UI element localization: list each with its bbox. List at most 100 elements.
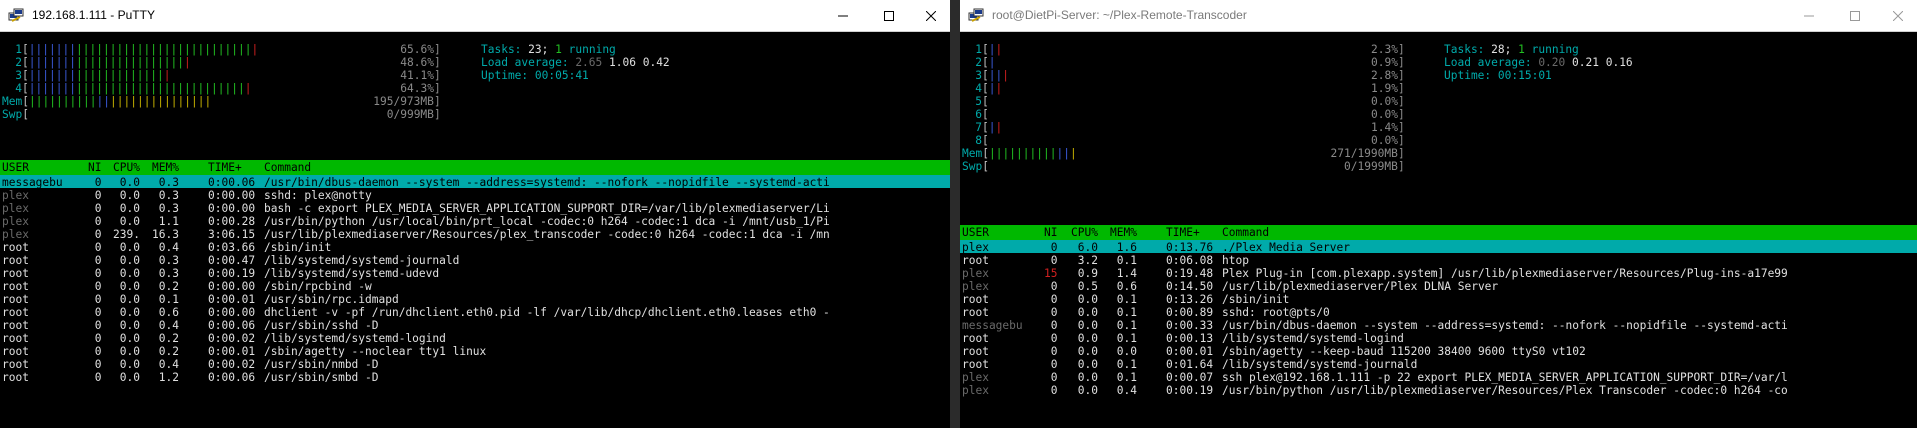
header-col-ni[interactable]: NI: [88, 160, 101, 176]
process-row[interactable]: root 0 0.0 0.4 0:03.66/sbin/init: [0, 240, 950, 254]
window-separator: [950, 0, 960, 428]
process-ni: 0: [94, 371, 102, 384]
meter-tick: |: [1002, 69, 1009, 82]
header-col-command[interactable]: Command: [1222, 225, 1269, 241]
header-col-ni[interactable]: NI: [1044, 225, 1057, 241]
uptime-label: Uptime:: [1444, 69, 1492, 82]
maximize-button[interactable]: [866, 0, 912, 31]
uptime-line: Uptime: 00:05:41: [481, 68, 589, 84]
process-row[interactable]: root 0 3.2 0.1 0:06.08 htop: [960, 253, 1917, 267]
header-col-command[interactable]: Command: [264, 160, 311, 176]
process-row[interactable]: root 0 0.0 0.6 0:00.00 dhclient -v -pf /run/d…: [0, 305, 950, 319]
header-col-user[interactable]: USER: [962, 225, 989, 241]
process-row[interactable]: root 0 0.0 0.2 0:00.02/lib/systemd/systemd-l…: [0, 331, 950, 345]
process-mem: 0.4: [1116, 384, 1137, 397]
meter-tick: |: [177, 56, 184, 69]
title-bar[interactable]: root@DietPi-Server: ~/Plex-Remote-Transc…: [960, 0, 1917, 32]
meter-bracket: [: [22, 108, 29, 121]
process-row[interactable]: plex 0 0.0 0.3 0:00.00 bash -c export PLEX_ME…: [0, 201, 950, 215]
header-col-time[interactable]: TIME+: [208, 160, 242, 176]
process-time: 0:00.19: [1166, 384, 1214, 397]
meter-tick: |: [1016, 147, 1023, 160]
process-row[interactable]: root 0 0.0 0.0 0:00.01/sbin/agetty --keep-ba…: [960, 344, 1917, 358]
meter-tick: |: [217, 43, 225, 56]
process-row[interactable]: plex 0 6.0 1.6 0:13.76 ./Plex Media Server: [960, 240, 1917, 254]
process-row[interactable]: root 0 0.0 0.3 0:00.19/lib/systemd/systemd-u…: [0, 266, 950, 280]
window-title: root@DietPi-Server: ~/Plex-Remote-Transc…: [992, 8, 1247, 22]
terminal[interactable]: 1[|| 2.3%] 2[| 0.9%] 3[||| 2.8%] 4[|| 1.9%] 5[0.…: [960, 32, 1917, 428]
process-row[interactable]: plex 15 0.9 1.4 0:19.48 Plex Plug-in [com.ple…: [960, 266, 1917, 280]
minimize-button[interactable]: [1786, 0, 1832, 31]
process-table-header[interactable]: USER NI CPU% MEM% TIME+ Command: [0, 160, 950, 175]
meter-row-swp: Swp[: [962, 159, 989, 175]
header-col-cpu[interactable]: CPU%: [113, 160, 140, 176]
meter-tick: |: [204, 95, 212, 108]
meter-tick: |: [995, 147, 1003, 160]
process-row[interactable]: plex 0 239. 16.3 3:06.15/usr/lib/plexmediase…: [0, 227, 950, 241]
minimize-icon: [838, 15, 848, 16]
close-button[interactable]: [1878, 0, 1917, 31]
uptime-line: Uptime: 00:15:01: [1444, 68, 1552, 84]
meter-tick: |: [244, 43, 252, 56]
process-row[interactable]: root 0 0.0 0.2 0:00.00/sbin/rpcbind -w: [0, 279, 950, 293]
process-row[interactable]: root 0 0.0 0.1 0:00.01/usr/sbin/rpc.idmapd: [0, 292, 950, 306]
meter-tick: |: [89, 95, 97, 108]
process-row[interactable]: root 0 0.0 0.1 0:13.26/sbin/init: [960, 292, 1917, 306]
minimize-button[interactable]: [820, 0, 866, 31]
putty-icon[interactable]: [968, 8, 984, 24]
meter-tick: |: [238, 82, 245, 95]
meter-tick: |: [103, 95, 110, 108]
process-row[interactable]: plex 0 0.0 0.1 0:00.07 ssh plex@192.168.1.111…: [960, 370, 1917, 384]
meter-tick: |: [1009, 147, 1016, 160]
meter-tick: |: [1022, 147, 1030, 160]
terminal-window-right[interactable]: root@DietPi-Server: ~/Plex-Remote-Transc…: [960, 0, 1917, 428]
process-row[interactable]: plex 0 0.0 0.4 0:00.19/usr/bin/python /usr/l…: [960, 383, 1917, 397]
process-cpu: 0.0: [119, 371, 140, 384]
close-icon: [1892, 10, 1903, 21]
process-row[interactable]: plex 0 0.0 1.1 0:00.28/usr/bin/python /usr/l…: [0, 214, 950, 228]
meter-bracket: ]: [1398, 160, 1405, 173]
meter-tick: |: [35, 95, 43, 108]
close-button[interactable]: [912, 0, 950, 31]
title-bar[interactable]: 192.168.1.111 - PuTTY: [0, 0, 950, 32]
process-row[interactable]: plex 0 0.5 0.6 0:14.50/usr/lib/plexmediaserv…: [960, 279, 1917, 293]
process-user: root: [2, 371, 29, 384]
meter-tick: |: [988, 121, 996, 134]
meter-tick: |: [56, 95, 63, 108]
process-row[interactable]: root 0 0.0 1.2 0:00.06/usr/sbin/smbd -D: [0, 370, 950, 384]
meter-tick: |: [995, 121, 1003, 134]
putty-icon[interactable]: [8, 8, 24, 24]
terminal[interactable]: 1[|||||||||||||||||||||||||||||||||| 65.6…: [0, 32, 950, 428]
meter-row-mem: Mem[|||||||||||||||||||||||||||: [2, 94, 211, 110]
header-col-cpu[interactable]: CPU%: [1071, 225, 1098, 241]
meter-tick: |: [130, 95, 137, 108]
meter-tick: |: [49, 95, 56, 108]
maximize-icon: [884, 10, 894, 21]
header-col-mem[interactable]: MEM%: [1110, 225, 1137, 241]
load-15: 0.16: [1605, 56, 1633, 69]
load-5: 1.06: [609, 56, 636, 69]
meter-bar: ||: [989, 82, 1003, 95]
process-row[interactable]: root 0 0.0 0.1 0:00.89 sshd: root@pts/0: [960, 305, 1917, 319]
uptime-label: Uptime:: [481, 69, 529, 82]
meter-tick: |: [164, 95, 171, 108]
header-col-user[interactable]: USER: [2, 160, 29, 176]
maximize-button[interactable]: [1832, 0, 1878, 31]
process-row[interactable]: messagebu 0 0.0 0.3 0:00.06/usr/bin/dbus-dae…: [0, 175, 950, 189]
process-row[interactable]: root 0 0.0 0.1 0:00.13/lib/systemd/systemd-l…: [960, 331, 1917, 345]
process-row[interactable]: root 0 0.0 0.4 0:00.02/usr/sbin/nmbd -D: [0, 357, 950, 371]
process-row[interactable]: root 0 0.0 0.1 0:01.64/lib/systemd/systemd-j…: [960, 357, 1917, 371]
meter-tick: |: [251, 43, 259, 56]
header-col-mem[interactable]: MEM%: [152, 160, 179, 176]
process-table-header[interactable]: USER NI CPU% MEM% TIME+ Command: [960, 225, 1917, 240]
process-row[interactable]: plex 0 0.0 0.3 0:00.00 sshd: plex@notty: [0, 188, 950, 202]
process-row[interactable]: root 0 0.0 0.3 0:00.47/lib/systemd/systemd-j…: [0, 253, 950, 267]
process-row[interactable]: messagebu 0 0.0 0.1 0:00.33/usr/bin/dbus-dae…: [960, 318, 1917, 332]
meter-tick: |: [110, 95, 117, 108]
meter-tick: |: [217, 82, 225, 95]
process-row[interactable]: root 0 0.0 0.2 0:00.01/sbin/agetty --noclear…: [0, 344, 950, 358]
process-row[interactable]: root 0 0.0 0.4 0:00.06/usr/sbin/sshd -D: [0, 318, 950, 332]
putty-window-left[interactable]: 192.168.1.111 - PuTTY 1[||||||||||||||||…: [0, 0, 950, 428]
process-mem: 1.2: [158, 371, 179, 384]
header-col-time[interactable]: TIME+: [1166, 225, 1200, 241]
